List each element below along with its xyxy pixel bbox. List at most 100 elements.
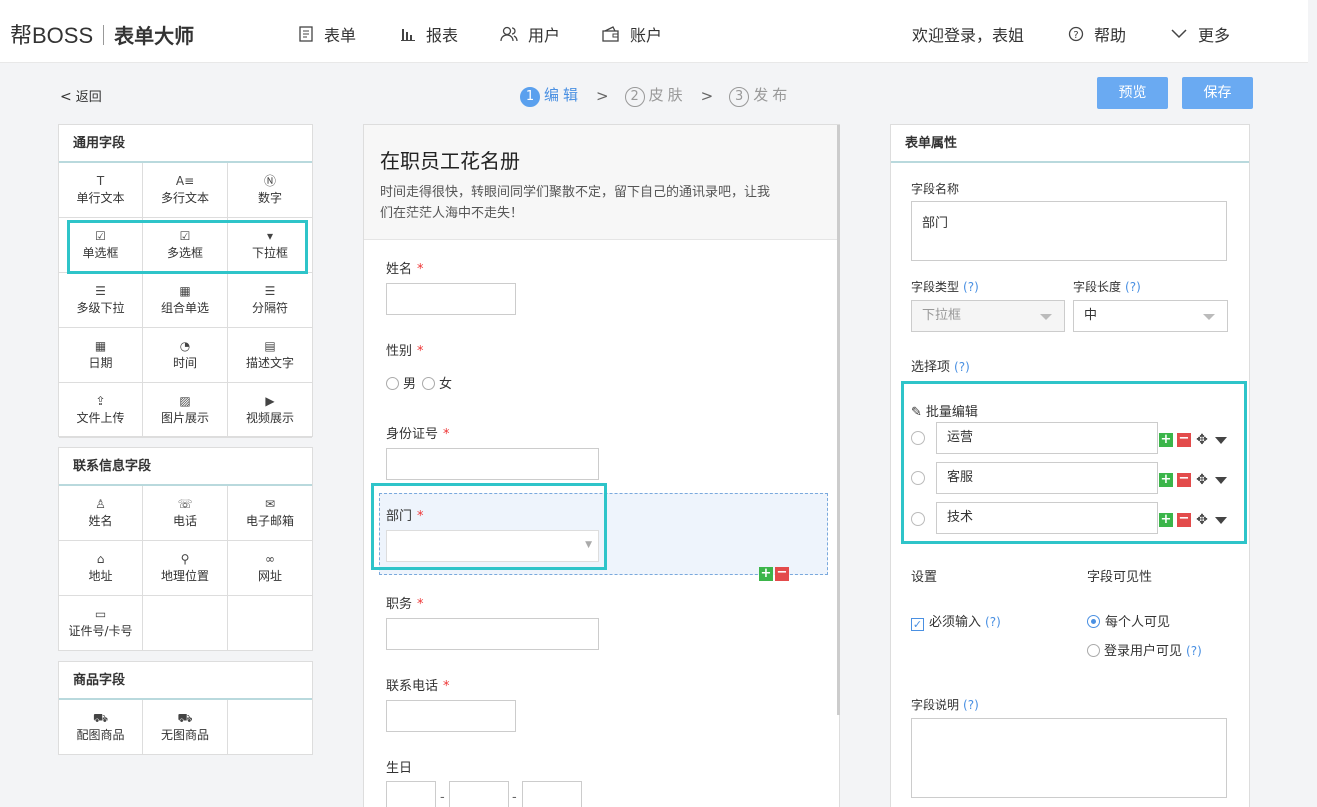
birthday-day-input[interactable] [522,781,582,807]
field-type-contact-4[interactable]: ⚲ 地理位置 [143,541,228,596]
field-type-common-0[interactable]: T 单行文本 [59,163,143,218]
visibility-login-radio[interactable]: 登录用户可见 (?) [1087,640,1202,659]
help-link[interactable]: (?) [1125,280,1141,294]
step-publish[interactable]: 3 发布 [729,84,791,107]
field-type-common-12[interactable]: ⇪ 文件上传 [59,383,143,438]
birthday-month-input[interactable] [449,781,509,807]
field-name-input[interactable]: 部门 [911,201,1227,261]
form-header[interactable]: 在职员工花名册 时间走得很快，转眼间同学们聚散不定，留下自己的通讯录吧，让我 们在… [364,125,839,240]
name-input[interactable] [386,283,516,315]
highlight-box [371,483,607,570]
nav-item-users[interactable]: 用户 [500,22,560,46]
preview-button[interactable]: 预览 [1097,77,1168,109]
field-type-icon: ▨ [179,394,191,408]
help-link[interactable]: (?) [963,698,979,712]
field-type-goods-0[interactable]: ⛟ 配图商品 [59,700,143,755]
label-text: 联系电话 [386,679,439,694]
brand-name: 帮BOSS [10,23,94,48]
field-type-common-14[interactable]: ▶ 视频展示 [228,383,312,438]
field-type-label: 描述文字 [245,356,294,370]
id-input[interactable] [386,448,599,480]
field-type-icon: ∞ [265,552,275,566]
field-type-icon: ☏ [177,497,193,511]
label-text: 生日 [386,761,413,776]
required-checkbox[interactable]: ✓ 必须输入 (?) [911,611,1001,631]
nav-label: 报表 [426,26,459,45]
goods-fields-panel: 商品字段 ⛟ 配图商品 ⛟ 无图商品 [58,661,313,755]
field-name-value: 部门 [922,216,949,231]
field-type-select[interactable]: 下拉框 [911,300,1065,332]
brand-logo[interactable]: 帮BOSS 表单大师 [10,18,194,50]
back-link[interactable]: < 返回 [60,86,102,105]
field-type-common-9[interactable]: ▦ 日期 [59,328,143,383]
field-type-common-6[interactable]: ☰ 多级下拉 [59,273,143,328]
visibility-all-radio[interactable]: 每个人可见 [1087,611,1170,630]
help-link[interactable]: (?) [1186,644,1202,658]
contact-fields-grid: ♙ 姓名 ☏ 电话 ✉ 电子邮箱 ⌂ 地址 ⚲ 地理位置 ∞ 网址 ▭ 证件号/卡号 [59,486,312,651]
field-type-common-2[interactable]: Ⓝ 数字 [228,163,312,218]
back-label: 返回 [75,90,102,105]
label-text: 姓名 [386,262,413,277]
field-type-icon: ▤ [264,339,276,353]
field-type-icon: ✉ [264,497,276,511]
field-desc-textarea[interactable] [911,718,1227,798]
field-type-icon: T [96,174,105,188]
required-mark: * [443,427,450,442]
chevron-down-icon [1171,29,1187,39]
label-text: 职务 [386,597,413,612]
visibility-label: 字段可见性 [1087,570,1153,585]
nav-item-report[interactable]: 报表 [400,22,458,46]
field-type-common-10[interactable]: ◔ 时间 [143,328,228,383]
panel-title: 商品字段 [59,662,312,700]
form-canvas: 在职员工花名册 时间走得很快，转眼间同学们聚散不定，留下自己的通讯录吧，让我 们在… [363,124,840,807]
nav-item-account[interactable]: 账户 [602,22,662,46]
save-button[interactable]: 保存 [1182,77,1253,109]
help-link[interactable]: (?) [963,280,979,294]
field-type-contact-6[interactable]: ▭ 证件号/卡号 [59,596,143,651]
field-type-label: 字段类型 (?) [911,278,979,295]
field-type-common-11[interactable]: ▤ 描述文字 [228,328,312,383]
empty-cell [228,596,312,651]
add-field-icon[interactable]: + [759,567,773,581]
field-type-goods-1[interactable]: ⛟ 无图商品 [143,700,228,755]
select-value: 下拉框 [922,308,962,323]
nav-item-form[interactable]: 表单 [298,22,356,46]
page-scrollbar[interactable] [1308,0,1317,807]
field-type-label: 电话 [172,514,197,528]
field-length-label: 字段长度 (?) [1073,278,1141,295]
field-type-icon: ♙ [95,497,106,511]
field-type-label: 证件号/卡号 [68,624,133,638]
help-link[interactable]: (?) [985,615,1001,629]
field-type-contact-3[interactable]: ⌂ 地址 [59,541,143,596]
help-link[interactable]: (?) [954,360,970,374]
radio-female[interactable]: 女 [422,377,452,392]
field-type-contact-1[interactable]: ☏ 电话 [143,486,228,541]
field-type-common-8[interactable]: ☰ 分隔符 [228,273,312,328]
date-separator: - [512,790,517,805]
field-type-contact-0[interactable]: ♙ 姓名 [59,486,143,541]
field-type-common-1[interactable]: A≡ 多行文本 [143,163,228,218]
step-skin[interactable]: 2 皮肤 [624,84,687,107]
field-type-common-13[interactable]: ▨ 图片展示 [143,383,228,438]
field-type-label: 文件上传 [76,411,125,425]
remove-field-icon[interactable]: − [775,566,789,581]
field-type-icon: ⛟ [177,711,193,725]
field-type-label: 地理位置 [160,569,209,583]
more-menu[interactable]: 更多 [1170,22,1230,46]
form-scrollbar[interactable] [837,125,840,715]
step-edit[interactable]: 1 编辑 [520,84,582,107]
help-link[interactable]: ? 帮助 [1068,22,1126,46]
field-type-icon: ⇪ [95,394,106,408]
radio-male[interactable]: 男 [386,377,416,392]
field-type-common-7[interactable]: ▦ 组合单选 [143,273,228,328]
birthday-year-input[interactable] [386,781,436,807]
field-type-icon: Ⓝ [263,174,276,188]
phone-input[interactable] [386,700,516,732]
field-length-select[interactable]: 中 [1073,300,1228,332]
job-input[interactable] [386,618,599,650]
field-type-icon: ▶ [265,394,275,408]
empty-cell [143,596,228,651]
field-type-contact-2[interactable]: ✉ 电子邮箱 [228,486,312,541]
options-label: 选择项 (?) [911,356,970,375]
field-type-contact-5[interactable]: ∞ 网址 [228,541,312,596]
